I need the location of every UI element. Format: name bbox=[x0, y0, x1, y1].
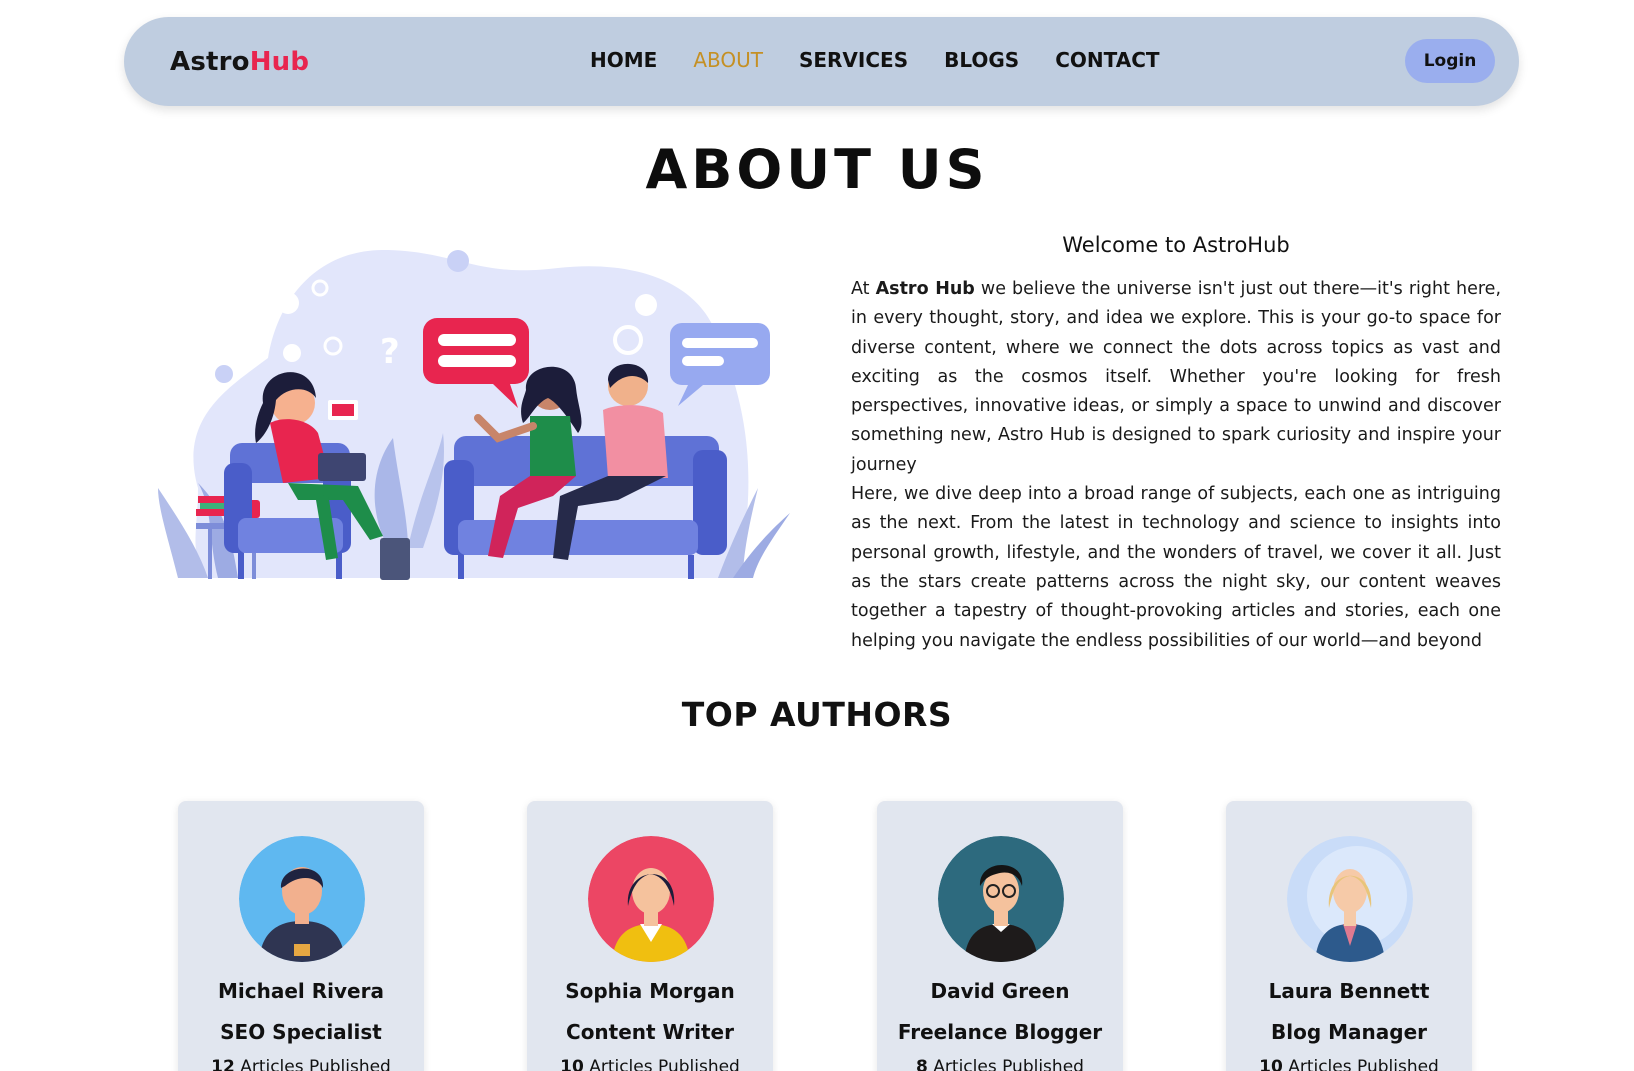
nav-link-blogs[interactable]: BLOGS bbox=[944, 48, 1019, 72]
about-paragraph-1-brand: Astro Hub bbox=[875, 279, 975, 299]
about-paragraph-2: Here, we dive deep into a broad range of… bbox=[851, 484, 1501, 651]
author-name: David Green bbox=[930, 979, 1070, 1003]
author-stats: 12 Articles Published bbox=[178, 1057, 424, 1071]
author-stats: 10 Articles Published bbox=[527, 1057, 773, 1071]
nav-link-contact[interactable]: CONTACT bbox=[1055, 48, 1159, 72]
man-glasses-avatar-icon bbox=[938, 836, 1064, 962]
author-article-label: Articles Published bbox=[589, 1057, 740, 1071]
about-description: At Astro Hub we believe the universe isn… bbox=[851, 275, 1501, 656]
author-article-label: Articles Published bbox=[1288, 1057, 1439, 1071]
about-illustration: ? bbox=[158, 238, 790, 608]
woman-blonde-avatar-icon bbox=[1287, 836, 1413, 962]
brand-logo[interactable]: AstroHub bbox=[170, 47, 309, 77]
author-stats: 10 Articles Published bbox=[1226, 1057, 1472, 1071]
author-article-count: 8 bbox=[916, 1057, 928, 1071]
authors-grid: Michael Rivera SEO Specialist 12 Article… bbox=[0, 801, 1634, 1071]
svg-text:?: ? bbox=[380, 332, 400, 372]
author-article-count: 10 bbox=[560, 1057, 584, 1071]
nav-link-about[interactable]: ABOUT bbox=[693, 48, 763, 72]
author-stats: 8 Articles Published bbox=[877, 1057, 1123, 1071]
author-role: SEO Specialist bbox=[220, 1020, 382, 1044]
author-card-laura-bennett[interactable]: Laura Bennett Blog Manager 10 Articles P… bbox=[1226, 801, 1472, 1071]
author-name: Sophia Morgan bbox=[565, 979, 735, 1003]
nav-link-home[interactable]: HOME bbox=[590, 48, 657, 72]
about-paragraph-1-prefix: At bbox=[851, 279, 876, 299]
top-authors-title: TOP AUTHORS bbox=[681, 695, 953, 734]
navbar: AstroHub HOME ABOUT SERVICES BLOGS CONTA… bbox=[124, 17, 1519, 106]
author-role: Blog Manager bbox=[1271, 1020, 1427, 1044]
woman-yellow-top-avatar-icon bbox=[588, 836, 714, 962]
author-card-sophia-morgan[interactable]: Sophia Morgan Content Writer 10 Articles… bbox=[527, 801, 773, 1071]
login-button[interactable]: Login bbox=[1405, 39, 1495, 83]
author-role: Freelance Blogger bbox=[897, 1020, 1103, 1044]
author-name: Laura Bennett bbox=[1268, 979, 1430, 1003]
about-paragraph-1: At Astro Hub we believe the universe isn… bbox=[851, 275, 1501, 480]
author-article-count: 12 bbox=[211, 1057, 235, 1071]
author-name: Michael Rivera bbox=[218, 979, 384, 1003]
author-role: Content Writer bbox=[566, 1020, 734, 1044]
author-article-label: Articles Published bbox=[240, 1057, 391, 1071]
nav-links: HOME ABOUT SERVICES BLOGS CONTACT bbox=[590, 48, 1160, 72]
author-card-michael-rivera[interactable]: Michael Rivera SEO Specialist 12 Article… bbox=[178, 801, 424, 1071]
brand-logo-part1: Astro bbox=[170, 47, 250, 77]
welcome-title: Welcome to AstroHub bbox=[1062, 233, 1290, 257]
author-article-count: 10 bbox=[1259, 1057, 1283, 1071]
author-article-label: Articles Published bbox=[933, 1057, 1084, 1071]
nav-link-services[interactable]: SERVICES bbox=[799, 48, 908, 72]
page-title: ABOUT US bbox=[645, 138, 989, 201]
author-card-david-green[interactable]: David Green Freelance Blogger 8 Articles… bbox=[877, 801, 1123, 1071]
man-hoodie-avatar-icon bbox=[239, 836, 365, 962]
brand-logo-part2: Hub bbox=[249, 47, 310, 77]
about-paragraph-1-rest: we believe the universe isn't just out t… bbox=[851, 279, 1502, 475]
